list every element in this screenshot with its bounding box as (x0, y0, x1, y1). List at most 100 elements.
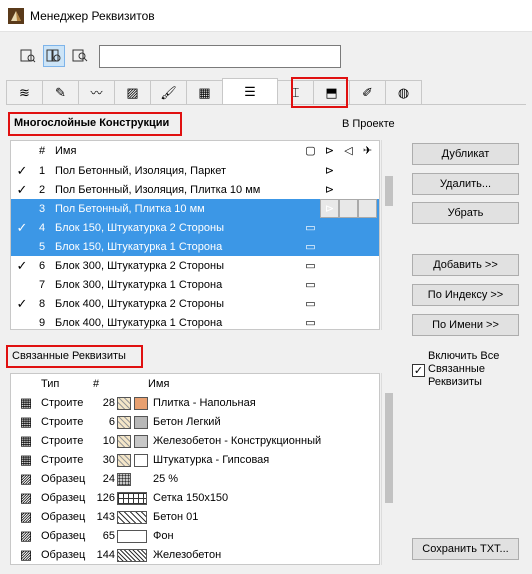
app-icon (8, 8, 24, 24)
related-row[interactable]: ▨ Образец 143 Бетон 01 (11, 508, 379, 526)
save-txt-button[interactable]: Сохранить TXT... (412, 538, 519, 560)
tab-surfaces[interactable]: ✐ (349, 80, 386, 104)
related-name: Бетон Легкий (153, 416, 221, 428)
tab-layers[interactable]: ≋ (6, 80, 43, 104)
wall-icon: ▭ (305, 222, 316, 234)
related-name: Сетка 150x150 (153, 492, 229, 504)
related-row[interactable]: ▦ Строите 30 Штукатурка - Гипсовая (11, 451, 379, 469)
related-section-title: Связанные Реквизиты (12, 350, 126, 362)
swatch-color (134, 396, 148, 410)
in-project-label: В Проекте (342, 118, 395, 130)
wall-icon: ▭ (305, 298, 316, 310)
tab-fills[interactable]: ▨ (114, 80, 151, 104)
related-name: Железобетон (153, 549, 222, 561)
tab-pens[interactable]: ✎ (42, 80, 79, 104)
view-split-button[interactable] (43, 45, 65, 67)
delete-button[interactable]: Удалить... (412, 173, 519, 195)
blank-cell (358, 180, 377, 199)
fill-pattern-icon: ▨ (19, 528, 33, 543)
related-type: Строите (41, 397, 84, 409)
globe-icon: ◍ (397, 84, 410, 100)
tab-materials[interactable]: 🖌 (150, 80, 187, 104)
blank-cell (339, 275, 358, 294)
fill-pattern-icon: ▨ (19, 509, 33, 524)
list-item[interactable]: 5 Блок 150, Штукатурка 1 Сторона ▭ (11, 237, 379, 256)
tab-composites[interactable]: ☰ (222, 78, 278, 104)
composites-list[interactable]: # Имя ▢ ⊳ ◁ ✈ ✓ 1 Пол Бетонный, Изоляция, … (10, 140, 380, 330)
view-list-button[interactable] (17, 45, 39, 67)
scroll-thumb[interactable] (385, 393, 393, 503)
list-item[interactable]: 9 Блок 400, Штукатурка 1 Сторона ▭ (11, 313, 379, 330)
duplicate-button[interactable]: Дубликат (412, 143, 519, 165)
list-item[interactable]: ✓ 2 Пол Бетонный, Изоляция, Плитка 10 мм ⊳ (11, 180, 379, 199)
list-scrollbar[interactable] (381, 140, 395, 330)
related-name: Плитка - Напольная (153, 397, 256, 409)
related-number: 65 (102, 530, 115, 542)
eye-icon: ⊳ (320, 199, 339, 218)
fill-pattern-icon: ▨ (19, 547, 33, 562)
list-header: # Имя ▢ ⊳ ◁ ✈ (11, 141, 379, 161)
tab-lines[interactable]: 〰 (78, 80, 115, 104)
in-project-check[interactable]: ✓ (11, 296, 33, 312)
tab-markup[interactable]: ◍ (385, 80, 422, 104)
eye-icon: ⊳ (324, 165, 335, 177)
related-row[interactable]: ▨ Образец 24 25 % (11, 470, 379, 488)
in-project-check[interactable]: ✓ (11, 163, 33, 179)
swatch-grid (117, 491, 147, 505)
in-project-check[interactable]: ✓ (11, 258, 33, 274)
in-project-check[interactable]: ✓ (11, 182, 33, 198)
composite-icon: ☰ (244, 83, 256, 99)
wall-icon: ▭ (305, 241, 316, 253)
list-item[interactable]: 3 Пол Бетонный, Плитка 10 мм ⊳ (11, 199, 379, 218)
by-index-button[interactable]: По Индексу >> (412, 284, 519, 306)
related-scrollbar[interactable] (381, 373, 395, 565)
eye-icon: ⊳ (324, 184, 335, 196)
related-row[interactable]: ▦ Строите 28 Плитка - Напольная (11, 394, 379, 412)
in-project-check[interactable]: ✓ (11, 220, 33, 236)
list-item[interactable]: ✓ 4 Блок 150, Штукатурка 2 Стороны ▭ (11, 218, 379, 237)
swatch-dots (117, 472, 131, 486)
related-name: 25 % (153, 473, 179, 485)
related-name: Штукатурка - Гипсовая (153, 454, 270, 466)
search-input[interactable] (99, 45, 341, 68)
building-material-icon: ▦ (19, 433, 33, 448)
item-number: 5 (39, 240, 46, 253)
swatch-pattern (117, 434, 131, 448)
blank-cell (358, 313, 377, 329)
related-number: 24 (102, 473, 115, 485)
building-material-icon: ▦ (198, 84, 211, 100)
list-item[interactable]: ✓ 6 Блок 300, Штукатурка 2 Стороны ▭ (11, 256, 379, 275)
by-name-button[interactable]: По Имени >> (412, 314, 519, 336)
blank-cell (320, 256, 339, 275)
swatch-hatch (117, 510, 147, 524)
related-row[interactable]: ▨ Образец 144 Железобетон (11, 546, 379, 564)
add-button[interactable]: Добавить >> (412, 254, 519, 276)
item-number: 8 (39, 297, 46, 310)
scroll-thumb[interactable] (385, 176, 393, 206)
fill-pattern-icon: ▨ (19, 471, 33, 486)
blank-cell (358, 294, 377, 313)
list-view-icon (20, 49, 36, 63)
related-row[interactable]: ▨ Образец 126 Сетка 150x150 (11, 489, 379, 507)
list-item[interactable]: ✓ 8 Блок 400, Штукатурка 2 Стороны ▭ (11, 294, 379, 313)
related-row[interactable]: ▨ Образец 65 Фон (11, 527, 379, 545)
list-item[interactable]: ✓ 1 Пол Бетонный, Изоляция, Паркет ⊳ (11, 161, 379, 180)
tab-building-materials[interactable]: ▦ (186, 80, 223, 104)
related-row[interactable]: ▦ Строите 6 Бетон Легкий (11, 413, 379, 431)
item-name: Блок 300, Штукатурка 1 Сторона (55, 278, 223, 291)
list-item[interactable]: 7 Блок 300, Штукатурка 1 Сторона ▭ (11, 275, 379, 294)
wall-icon: ▭ (305, 317, 316, 329)
item-name: Пол Бетонный, Плитка 10 мм (55, 202, 205, 215)
window-title: Менеджер Реквизитов (30, 9, 155, 23)
include-all-checkbox[interactable]: ✓ (412, 364, 425, 377)
view-find-button[interactable] (69, 45, 91, 67)
related-list[interactable]: Тип # Имя ▦ Строите 28 Плитка - Напольная ▦ С… (10, 373, 380, 565)
related-row[interactable]: ▦ Строите 10 Железобетон - Конструкционный (11, 432, 379, 450)
item-name: Блок 150, Штукатурка 1 Сторона (55, 240, 223, 253)
blank-cell (358, 256, 377, 275)
related-number: 144 (96, 549, 115, 561)
line-types-icon: 〰 (90, 86, 103, 100)
swatch-color (134, 453, 148, 467)
col-type-header: Тип (41, 378, 60, 390)
remove-button[interactable]: Убрать (412, 202, 519, 224)
